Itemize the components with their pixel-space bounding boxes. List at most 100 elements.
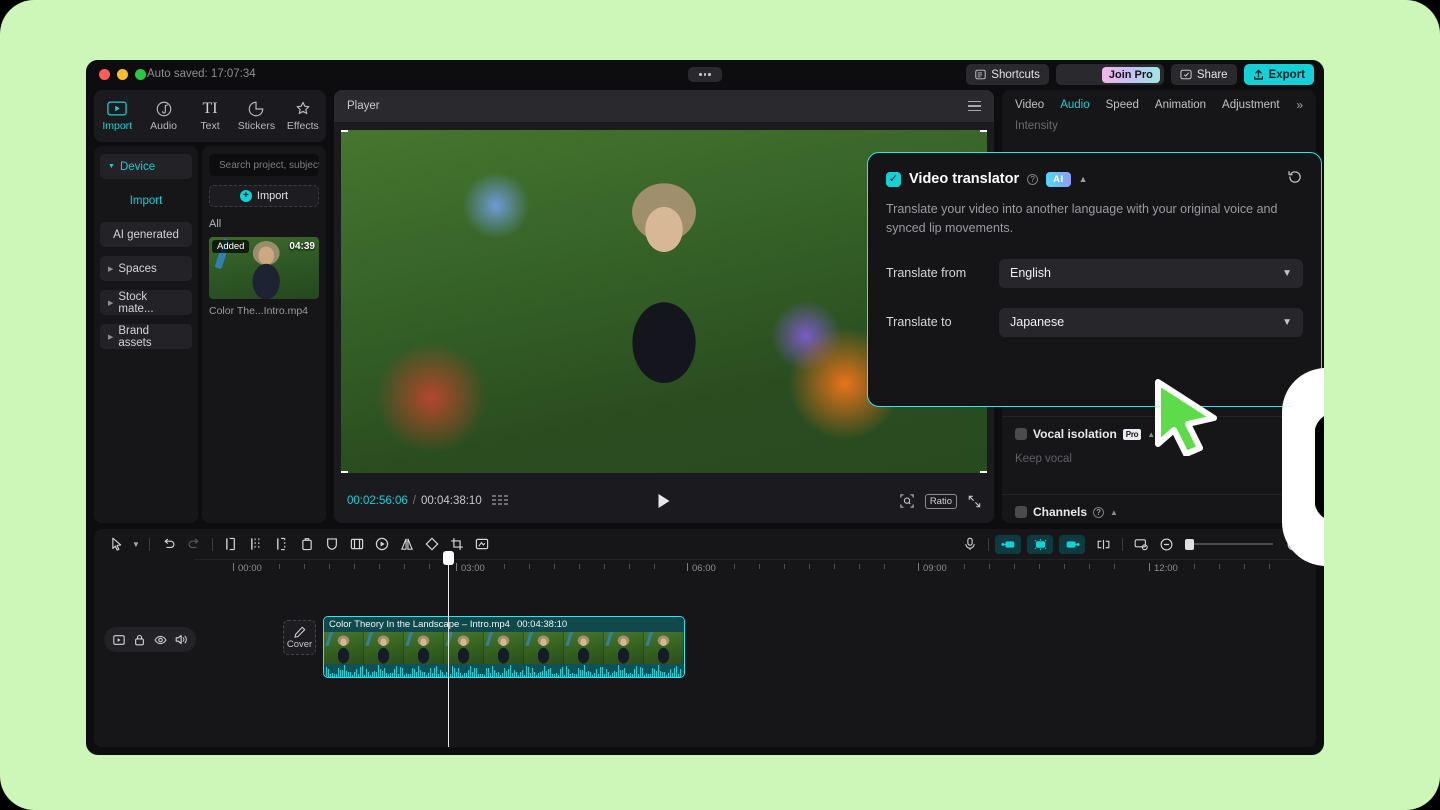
shortcuts-button[interactable]: Shortcuts — [966, 64, 1049, 85]
microphone-icon[interactable] — [957, 533, 982, 555]
collapse-chevron-icon[interactable]: ▲ — [1110, 508, 1118, 517]
reset-icon[interactable] — [1287, 169, 1303, 189]
minimize-window-button[interactable] — [117, 69, 128, 80]
rail-item-audio[interactable]: Audio — [140, 100, 186, 132]
help-icon[interactable]: ? — [1027, 174, 1038, 185]
plus-icon: + — [240, 190, 252, 202]
zoom-out-icon[interactable] — [1154, 533, 1179, 555]
playhead-handle[interactable] — [443, 551, 454, 565]
sidebar-label-stock-materials: Stock mate... — [118, 291, 184, 315]
sidebar-item-device[interactable]: ▼ Device — [100, 154, 192, 179]
tool-rail: Import Audio TI Text — [94, 90, 326, 142]
more-options-button[interactable] — [688, 67, 722, 82]
mute-track-icon[interactable] — [171, 630, 192, 649]
trim-right-icon[interactable] — [269, 533, 294, 555]
preview-handle-top-right[interactable] — [980, 130, 987, 132]
caret-down-icon: ▼ — [108, 163, 115, 170]
sidebar-item-stock-materials[interactable]: ▶ Stock mate... — [100, 290, 192, 315]
rail-item-text[interactable]: TI Text — [187, 100, 233, 132]
delete-icon[interactable] — [294, 533, 319, 555]
maximize-window-button[interactable] — [135, 69, 146, 80]
sidebar-item-spaces[interactable]: ▶ Spaces — [100, 256, 192, 281]
smart-cut-icon[interactable] — [469, 533, 494, 555]
player-menu-button[interactable] — [968, 101, 981, 112]
mirror-icon[interactable] — [394, 533, 419, 555]
tab-animation[interactable]: Animation — [1155, 99, 1206, 111]
zoom-preview-icon[interactable] — [900, 494, 914, 508]
rail-label-audio: Audio — [150, 120, 177, 132]
lock-track-icon[interactable] — [129, 630, 150, 649]
visibility-eye-icon[interactable] — [150, 630, 171, 649]
tab-audio[interactable]: Audio — [1060, 99, 1089, 111]
ai-badge: AI — [1046, 172, 1071, 187]
redo-icon[interactable] — [181, 533, 206, 555]
ratio-button[interactable]: Ratio — [925, 494, 957, 509]
title-bar: Auto saved: 17:07:34 Shortcuts — [86, 60, 1324, 88]
collapse-chevron-icon[interactable]: ▲ — [1079, 174, 1088, 184]
vocal-isolation-checkbox[interactable] — [1015, 428, 1027, 440]
keyframe-grid-icon[interactable] — [492, 495, 508, 507]
more-tabs-icon[interactable]: » — [1296, 98, 1303, 112]
media-thumbnail[interactable]: Added 04:39 — [209, 237, 319, 299]
zoom-slider[interactable] — [1187, 543, 1273, 545]
timeline-ruler[interactable]: 00:00 03:00 06:00 09:00 — [194, 559, 1316, 581]
translate-to-select[interactable]: Japanese ▼ — [999, 308, 1303, 337]
rail-item-import[interactable]: Import — [94, 100, 140, 132]
undo-icon[interactable] — [156, 533, 181, 555]
capcut-app-window: Auto saved: 17:07:34 Shortcuts — [86, 60, 1324, 755]
preview-render-icon[interactable] — [1129, 533, 1154, 555]
sidebar-item-ai-generated[interactable]: AI generated — [100, 222, 192, 247]
rail-item-effects[interactable]: Effects — [280, 100, 326, 132]
select-tool-dropdown-icon[interactable]: ▼ — [129, 533, 143, 555]
timeline-clip[interactable]: Color Theory In the Landscape – Intro.mp… — [323, 616, 685, 678]
channels-label: Channels — [1033, 505, 1087, 519]
text-ti-icon: TI — [202, 100, 217, 117]
sidebar-item-import[interactable]: Import — [100, 188, 192, 213]
shortcuts-icon — [975, 69, 986, 80]
help-icon[interactable]: ? — [1093, 507, 1104, 518]
preview-handle-top-left[interactable] — [341, 130, 348, 132]
preview-handle-bottom-left[interactable] — [341, 471, 348, 473]
tab-speed[interactable]: Speed — [1106, 99, 1139, 111]
split-icon[interactable] — [219, 533, 244, 555]
zoom-slider-handle[interactable] — [1185, 539, 1194, 550]
play-button[interactable] — [659, 494, 670, 508]
mask-icon[interactable] — [319, 533, 344, 555]
translate-to-row: Translate to Japanese ▼ — [886, 308, 1303, 337]
fullscreen-icon[interactable] — [968, 495, 981, 508]
reverse-icon[interactable] — [369, 533, 394, 555]
auto-snap-toggle[interactable] — [1027, 535, 1053, 554]
snap-start-toggle[interactable] — [995, 535, 1021, 554]
collapse-chevron-icon[interactable]: ▲ — [1147, 430, 1155, 439]
ruler-label: 09:00 — [923, 563, 947, 574]
rail-item-stickers[interactable]: Stickers — [233, 100, 279, 132]
link-clips-icon[interactable] — [1091, 533, 1116, 555]
media-filter-all[interactable]: All — [209, 218, 319, 230]
caret-right-icon: ▶ — [108, 299, 113, 307]
search-input[interactable]: Search project, subjects in i — [209, 154, 319, 176]
export-label: Export — [1269, 69, 1305, 81]
export-button[interactable]: Export — [1244, 64, 1314, 85]
channels-checkbox[interactable] — [1015, 506, 1027, 518]
rotate-icon[interactable] — [419, 533, 444, 555]
playhead[interactable] — [448, 559, 449, 747]
sidebar-item-brand-assets[interactable]: ▶ Brand assets — [100, 324, 192, 349]
snap-end-toggle[interactable] — [1059, 535, 1085, 554]
preview-handle-bottom-right[interactable] — [980, 471, 987, 473]
freeze-frame-icon[interactable] — [344, 533, 369, 555]
video-track-icon[interactable] — [108, 630, 129, 649]
import-media-button[interactable]: + Import — [209, 185, 319, 207]
trim-left-icon[interactable] — [244, 533, 269, 555]
join-pro-button[interactable]: Join Pro — [1056, 64, 1164, 85]
close-window-button[interactable] — [99, 69, 110, 80]
player-title: Player — [347, 100, 380, 112]
tab-video[interactable]: Video — [1015, 99, 1044, 111]
share-button[interactable]: Share — [1171, 64, 1237, 85]
select-tool-icon[interactable] — [104, 533, 129, 555]
keep-vocal-field[interactable]: Keep vocal — [1015, 453, 1303, 465]
tab-adjustment[interactable]: Adjustment — [1222, 99, 1280, 111]
video-translator-checkbox[interactable]: ✓ — [886, 172, 901, 187]
cover-button[interactable]: Cover — [283, 620, 316, 655]
translate-from-select[interactable]: English ▼ — [999, 259, 1303, 288]
translate-from-row: Translate from English ▼ — [886, 259, 1303, 288]
